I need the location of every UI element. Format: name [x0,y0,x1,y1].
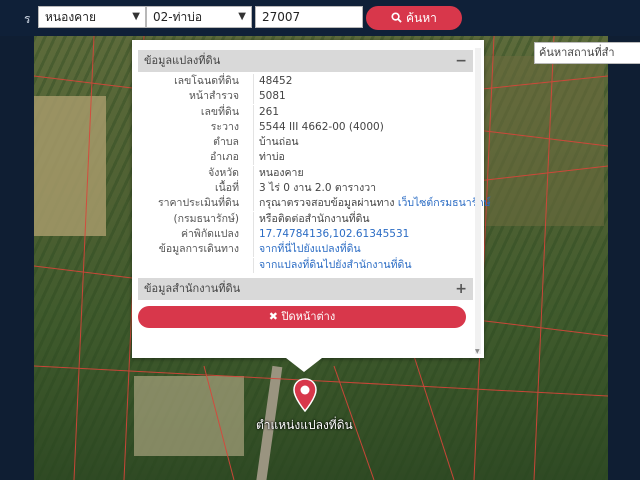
detail-value: 5544 III 4662-00 (4000) [253,119,384,135]
detail-label: เนื้อที่ [215,182,239,195]
section-title: ข้อมูลแปลงที่ดิน [144,54,221,67]
detail-value: กรุณาตรวจสอบข้อมูลผ่านทาง เว็บไซต์กรมธนา… [253,196,491,212]
detail-label: จังหวัด [208,166,239,179]
detail-text: กรุณาตรวจสอบข้อมูลผ่านทาง [259,197,395,210]
detail-value: 5081 [253,89,286,105]
place-search-input[interactable]: ค้นหาสถานที่สำ [534,42,640,64]
top-search-bar: ร หนองคาย ▼ 02-ท่าบ่อ ▼ 27007 ค้นหา [0,0,640,36]
province-select[interactable]: หนองคาย ▼ [38,6,146,28]
collapse-icon[interactable]: − [455,50,467,72]
search-button-label: ค้นหา [405,11,437,25]
detail-label: ค่าพิกัดแปลง [180,227,239,240]
parcel-number-value: 27007 [262,10,301,24]
detail-row: ค่าพิกัดแปลง 17.74784136,102.61345531 [138,226,473,242]
land-office-section-header[interactable]: ข้อมูลสำนักงานที่ดิน + [138,278,473,300]
detail-label: (กรมธนารักษ์) [173,212,239,225]
parcel-info-popup: ข้อมูลแปลงที่ดิน − เลขโฉนดที่ดิน 48452 ห… [132,40,491,358]
chevron-down-icon: ▼ [238,11,246,22]
detail-label: ตำบล [213,136,239,149]
detail-value: หนองคาย [253,165,304,181]
expand-icon[interactable]: + [455,278,467,300]
popup-scrollbar[interactable] [475,48,481,354]
detail-value: 3 ไร่ 0 งาน 2.0 ตารางวา [253,181,376,197]
map-marker-icon[interactable] [292,378,318,412]
detail-row: หน้าสำรวจ 5081 [138,89,473,105]
detail-row: จากแปลงที่ดินไปยังสำนักงานที่ดิน [138,257,473,273]
search-icon [391,12,402,23]
scroll-down-icon[interactable]: ▼ [475,348,480,355]
district-select-value: 02-ท่าบ่อ [153,10,203,24]
detail-label: อำเภอ [209,151,239,164]
detail-row: เลขโฉนดที่ดิน 48452 [138,74,473,89]
province-select-value: หนองคาย [45,10,96,24]
detail-value: หรือติดต่อสำนักงานที่ดิน [253,211,370,227]
detail-row: ราคาประเมินที่ดิน กรุณาตรวจสอบข้อมูลผ่าน… [138,196,491,212]
detail-value: ท่าบ่อ [253,150,285,166]
detail-label: หน้าสำรวจ [189,90,239,103]
detail-row: ข้อมูลการเดินทาง จากที่นี่ไปยังแปลงที่ดิ… [138,242,473,258]
parcel-number-input[interactable]: 27007 [255,6,363,28]
detail-row: จังหวัด หนองคาย [138,165,473,181]
directions-to-office-link[interactable]: จากแปลงที่ดินไปยังสำนักงานที่ดิน [253,257,412,273]
detail-label: เลขโฉนดที่ดิน [174,75,239,87]
chevron-down-icon: ▼ [132,11,140,22]
detail-label: ข้อมูลการเดินทาง [158,243,239,256]
partial-label: ร [24,12,31,26]
detail-label: ระวาง [210,120,239,133]
parcel-details: เลขโฉนดที่ดิน 48452 หน้าสำรวจ 5081 เลขที… [138,74,491,273]
detail-row: เนื้อที่ 3 ไร่ 0 งาน 2.0 ตารางวา [138,181,473,197]
marker-label: ตำแหน่งแปลงที่ดิน [256,418,353,432]
close-window-button[interactable]: ✖ ปิดหน้าต่าง [138,306,466,328]
detail-row: ตำบล บ้านถ่อน [138,135,473,151]
section-title: ข้อมูลสำนักงานที่ดิน [144,282,241,295]
detail-row: เลขที่ดิน 261 [138,104,473,120]
place-search-placeholder: ค้นหาสถานที่สำ [539,46,615,59]
detail-value: 48452 [253,74,292,89]
detail-label: เลขที่ดิน [200,105,239,118]
detail-row: ระวาง 5544 III 4662-00 (4000) [138,119,473,135]
detail-label: ราคาประเมินที่ดิน [157,197,239,210]
directions-to-parcel-link[interactable]: จากที่นี่ไปยังแปลงที่ดิน [253,242,361,258]
detail-row: อำเภอ ท่าบ่อ [138,150,473,166]
popup-pointer [286,358,322,372]
district-select[interactable]: 02-ท่าบ่อ ▼ [146,6,252,28]
detail-value: 261 [253,104,279,120]
detail-value: บ้านถ่อน [253,135,299,151]
detail-row: (กรมธนารักษ์) หรือติดต่อสำนักงานที่ดิน [138,211,473,227]
search-button[interactable]: ค้นหา [366,6,462,30]
coordinates-link[interactable]: 17.74784136,102.61345531 [253,226,409,242]
land-info-section-header[interactable]: ข้อมูลแปลงที่ดิน − [138,50,473,72]
